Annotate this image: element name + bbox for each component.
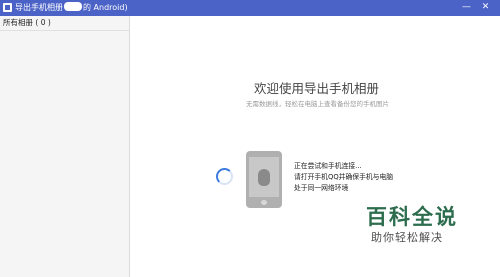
phone-home-button-icon [261,200,267,205]
page-subtitle: 无需数据线，轻松在电脑上查看备份您的手机图片 [246,100,389,108]
sidebar: 所有相册 ( 0 ) [0,16,130,277]
main-panel [130,16,500,277]
watermark-tagline: 助你轻松解决 [371,231,443,244]
qq-penguin-icon [258,169,270,186]
status-line-1: 正在尝试和手机连接... [294,162,362,170]
window-titlebar[interactable]: 导出手机相册 的 Android) — ✕ [0,0,500,16]
status-line-3: 处于同一网络环境 [294,184,349,192]
window-title-suffix: 的 Android) [83,3,128,12]
window-title-prefix: 导出手机相册 [15,3,63,12]
app-icon [3,3,12,12]
watermark-logo: 百科全说 [366,205,458,229]
window-title: 导出手机相册 的 Android) [15,2,128,14]
sidebar-item-all-albums[interactable]: 所有相册 ( 0 ) [0,16,129,31]
minimize-button[interactable]: — [461,2,472,13]
connection-status: 正在尝试和手机连接... 请打开手机QQ并确保手机与电脑 处于同一网络环境 [294,161,393,194]
page-title: 欢迎使用导出手机相册 [254,81,380,96]
phone-icon [246,151,282,208]
redaction-blob [64,2,82,11]
phone-screen [249,157,279,197]
loading-spinner-icon [216,168,233,185]
close-button[interactable]: ✕ [480,2,491,13]
status-line-2: 请打开手机QQ并确保手机与电脑 [294,173,394,181]
